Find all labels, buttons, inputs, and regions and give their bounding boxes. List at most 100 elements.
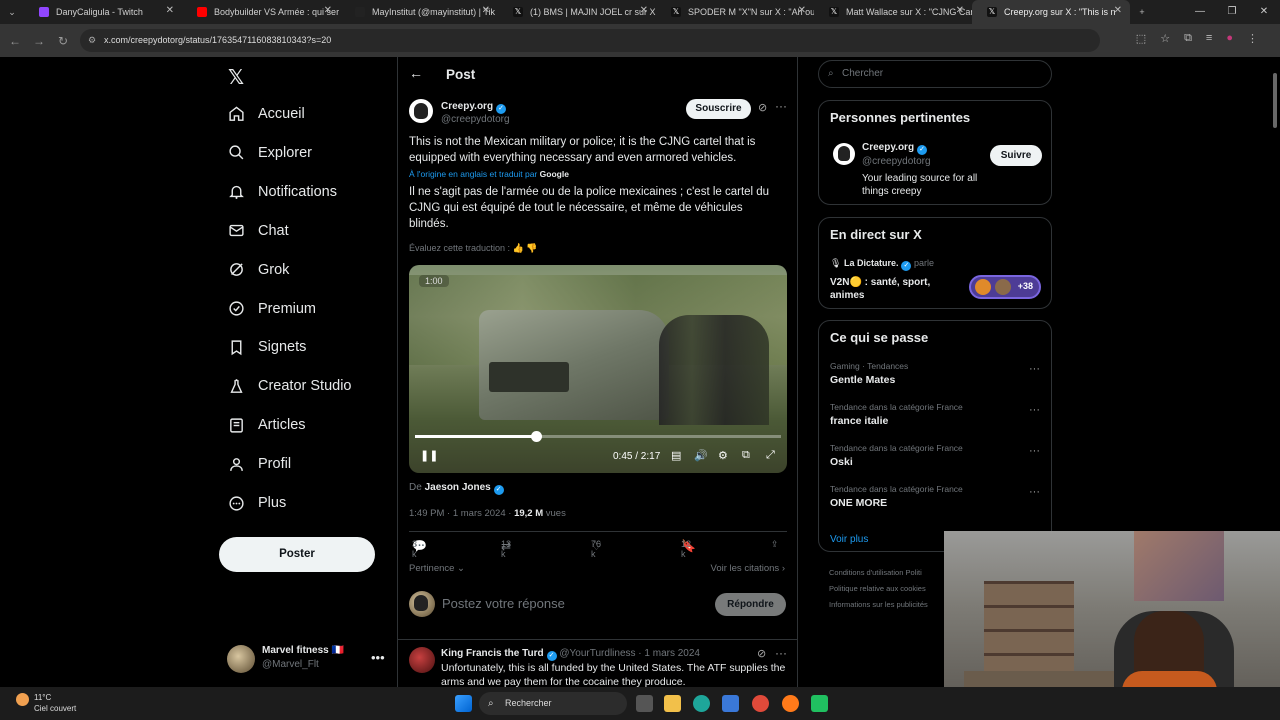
back-arrow-icon[interactable]: ← [409,65,423,81]
footer-link[interactable]: Informations sur les publicités [829,600,928,609]
more-icon[interactable]: ··· [1029,363,1040,375]
reload-icon[interactable]: ↻ [51,34,75,48]
install-icon[interactable]: ⬚ [1136,32,1146,45]
close-tab-icon[interactable]: ✕ [482,5,490,16]
credit-name[interactable]: Jaeson Jones [425,482,491,493]
trend-item[interactable]: Tendance dans la catégorie France Oski ··· [830,443,1040,468]
nav-item-articles[interactable]: Articles [227,407,306,443]
footer-link[interactable]: Politique relative aux cookies [829,584,926,593]
tweet-time[interactable]: 1:49 PM · 1 mars 2024 · [409,508,511,519]
thumbs-down-icon[interactable]: 👎 [526,243,537,253]
browser-tab[interactable]: 𝕏 SPODER M "X"N sur X : "Ah oui ✕ [656,0,814,24]
close-tab-icon[interactable]: ✕ [1114,5,1122,16]
nav-item-profil[interactable]: Profil [227,446,291,482]
site-settings-icon[interactable]: ⚙ [88,29,96,52]
volume-icon[interactable]: 🔊 [694,449,708,462]
avatar[interactable] [409,99,433,123]
post-button[interactable]: Poster [219,537,375,572]
live-host[interactable]: 🎙 La Dictature. ✓ parle [830,258,934,271]
close-tab-icon[interactable]: ✕ [324,5,332,16]
task-view-icon[interactable] [636,695,653,712]
x-logo-icon[interactable]: 𝕏 [228,65,244,90]
account-switcher[interactable]: Marvel fitness 🇫🇷 @Marvel_Flt ••• [227,643,397,675]
search-input[interactable]: ⌕ Chercher [818,60,1052,88]
grok-icon[interactable]: ⊘ [758,101,767,114]
firefox-icon[interactable] [782,695,799,712]
trend-item[interactable]: Tendance dans la catégorie France ONE MOR… [830,484,1040,509]
windows-start-icon[interactable] [455,695,472,712]
browser-tab[interactable]: DanyCaligula - Twitch ✕ [24,0,182,24]
browser-tab[interactable]: 𝕏 Matt Wallace sur X : "CJNG Car ✕ [814,0,972,24]
relevant-handle[interactable]: @creepydotorg [862,156,931,167]
nav-item-premium[interactable]: Premium [227,291,316,327]
nav-item-notifications[interactable]: Notifications [227,174,337,210]
more-icon[interactable]: ••• [371,650,385,665]
nav-item-accueil[interactable]: Accueil [227,96,305,132]
browser-tab[interactable]: 𝕏 (1) BMS | MAJIN JOEL cr sur X ✕ [498,0,656,24]
profile-icon[interactable]: ● [1226,32,1233,45]
media-icon[interactable]: ≡ [1206,32,1212,45]
new-tab-icon[interactable]: + [1130,0,1154,24]
tweet-author-handle[interactable]: @creepydotorg [441,114,510,125]
tweet-author-name[interactable]: Creepy.org ✓ [441,101,507,114]
browser-tab[interactable]: MayInstitut (@mayinstitut) | Tik ✕ [340,0,498,24]
nav-item-signets[interactable]: Signets [227,329,306,365]
more-icon[interactable]: ··· [1029,404,1040,416]
more-icon[interactable]: ··· [1029,486,1040,498]
tab-search-icon[interactable]: ⌄ [0,0,24,24]
reply-button[interactable]: Répondre [715,593,786,616]
trend-item[interactable]: Gaming · Tendances Gentle Mates ··· [830,361,1040,386]
footer-link[interactable]: Conditions d'utilisation Politi [829,568,922,577]
close-tab-icon[interactable]: ✕ [798,5,806,16]
video-player[interactable]: 1:00 ❚❚ 0:45 / 2:17 ▤ 🔊 ⚙ ⧉ ⤢ [409,265,787,473]
extensions-icon[interactable]: ⧉ [1184,32,1192,45]
reply-input[interactable]: Postez votre réponse [442,596,565,611]
captions-icon[interactable]: ▤ [671,449,681,462]
avatar[interactable] [409,647,435,673]
follow-button[interactable]: Suivre [990,145,1042,166]
file-explorer-icon[interactable] [664,695,681,712]
close-tab-icon[interactable]: ✕ [640,5,648,16]
live-listeners[interactable]: +38 [969,275,1041,299]
nav-item-grok[interactable]: Grok [227,252,289,288]
live-topic[interactable]: V2N🟡 : santé, sport, animes [830,276,960,302]
thumbs-up-icon[interactable]: 👍 [513,243,524,253]
more-icon[interactable]: ··· [775,646,787,660]
url-bar[interactable]: ⚙ x.com/creepydotorg/status/1763547116083… [80,29,1100,52]
close-window-icon[interactable]: ✕ [1248,0,1280,24]
reply-author-handle[interactable]: @YourTurdliness [559,648,635,659]
share-icon[interactable]: ⇪ [771,539,779,550]
app-icon[interactable] [811,695,828,712]
edge-icon[interactable] [693,695,710,712]
menu-icon[interactable]: ⋮ [1247,32,1258,45]
more-icon[interactable]: ··· [775,99,787,113]
trend-item[interactable]: Tendance dans la catégorie France france … [830,402,1040,427]
grok-icon[interactable]: ⊘ [757,647,766,660]
pause-icon[interactable]: ❚❚ [420,449,438,462]
store-icon[interactable] [722,695,739,712]
browser-tab[interactable]: Bodybuilder VS Armée : qui ser ✕ [182,0,340,24]
weather-widget[interactable]: 11°C Ciel couvert [16,692,76,714]
fullscreen-icon[interactable]: ⤢ [766,449,775,462]
more-icon[interactable]: ··· [1029,445,1040,457]
taskbar-search[interactable]: ⌕ Rechercher [479,692,627,715]
maximize-icon[interactable]: ❐ [1216,0,1248,24]
video-progress-bar[interactable] [415,431,781,442]
see-more-link[interactable]: Voir plus [830,534,868,545]
settings-icon[interactable]: ⚙ [718,449,728,462]
nav-item-chat[interactable]: Chat [227,213,289,249]
close-tab-icon[interactable]: ✕ [956,5,964,16]
minimize-icon[interactable]: — [1184,0,1216,24]
close-tab-icon[interactable]: ✕ [166,5,174,16]
browser-tab-active[interactable]: 𝕏 Creepy.org sur X : "This is n ✕ [972,0,1130,24]
nav-item-creator-studio[interactable]: Creator Studio [227,368,352,404]
subscribe-button[interactable]: Souscrire [686,99,751,119]
quotes-link[interactable]: Voir les citations › [711,563,785,574]
picture-in-picture-icon[interactable]: ⧉ [742,449,750,462]
relevant-name[interactable]: Creepy.org ✓ [862,142,928,155]
back-icon[interactable]: ← [3,34,27,48]
scrollbar-thumb[interactable] [1273,73,1277,128]
sort-replies[interactable]: Pertinence ⌄ [409,563,465,574]
reply-author-name[interactable]: King Francis the Turd [441,648,544,659]
video-scrubber[interactable] [530,431,542,442]
